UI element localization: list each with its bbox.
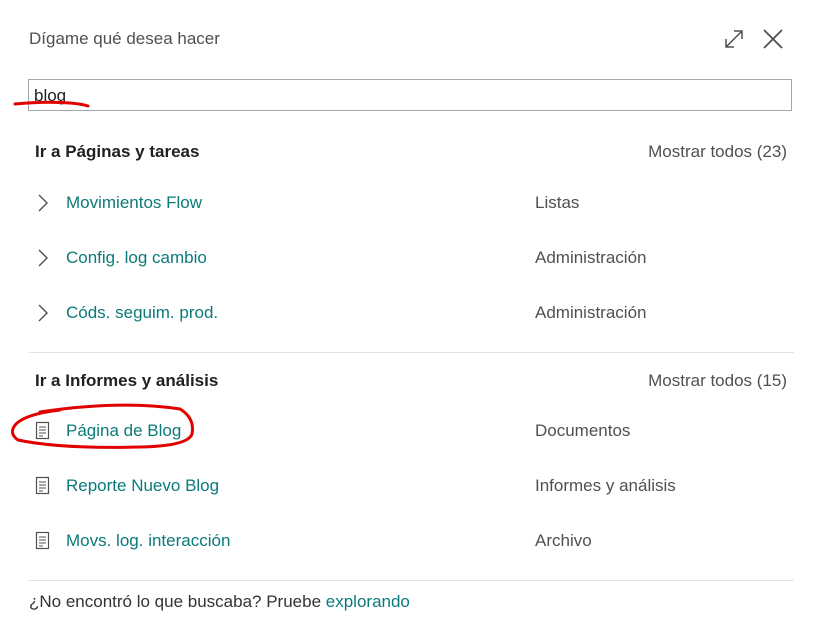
show-all-reports-link[interactable]: Mostrar todos (15)	[648, 371, 787, 391]
search-field[interactable]	[28, 79, 792, 111]
section-title-reports: Ir a Informes y análisis	[35, 371, 219, 390]
item-name[interactable]: Códs. seguim. prod.	[66, 303, 218, 323]
item-category: Archivo	[535, 531, 592, 550]
explore-link[interactable]: explorando	[326, 592, 410, 611]
item-name[interactable]: Reporte Nuevo Blog	[66, 476, 219, 496]
show-all-pages-link[interactable]: Mostrar todos (23)	[648, 142, 787, 162]
list-item[interactable]: Config. log cambio Administración	[28, 238, 794, 278]
list-item[interactable]: Página de Blog Documentos	[28, 411, 794, 451]
item-name[interactable]: Movimientos Flow	[66, 193, 202, 213]
section-divider	[29, 352, 794, 353]
footer-hint: ¿No encontró lo que buscaba? Pruebe expl…	[29, 592, 410, 612]
item-category: Documentos	[535, 421, 631, 440]
list-item[interactable]: Movimientos Flow Listas	[28, 183, 794, 223]
report-document-icon	[34, 421, 52, 441]
item-category: Administración	[535, 303, 647, 322]
section-title-pages: Ir a Páginas y tareas	[35, 142, 200, 161]
item-name[interactable]: Movs. log. interacción	[66, 531, 230, 551]
chevron-right-icon	[34, 303, 52, 323]
item-name[interactable]: Config. log cambio	[66, 248, 207, 268]
footer-text: ¿No encontró lo que buscaba? Pruebe	[29, 592, 326, 611]
item-category: Informes y análisis	[535, 476, 676, 495]
list-item[interactable]: Movs. log. interacción Archivo	[28, 521, 794, 561]
search-input[interactable]	[34, 84, 774, 108]
close-icon[interactable]	[760, 26, 786, 52]
item-name[interactable]: Página de Blog	[66, 421, 181, 441]
list-item[interactable]: Códs. seguim. prod. Administración	[28, 293, 794, 333]
report-document-icon	[34, 531, 52, 551]
expand-icon[interactable]	[721, 26, 747, 52]
footer-divider	[29, 580, 794, 581]
item-category: Listas	[535, 193, 580, 212]
item-category: Administración	[535, 248, 647, 267]
chevron-right-icon	[34, 193, 52, 213]
list-item[interactable]: Reporte Nuevo Blog Informes y análisis	[28, 466, 794, 506]
chevron-right-icon	[34, 248, 52, 268]
dialog-title: Dígame qué desea hacer	[29, 29, 220, 48]
report-document-icon	[34, 476, 52, 496]
